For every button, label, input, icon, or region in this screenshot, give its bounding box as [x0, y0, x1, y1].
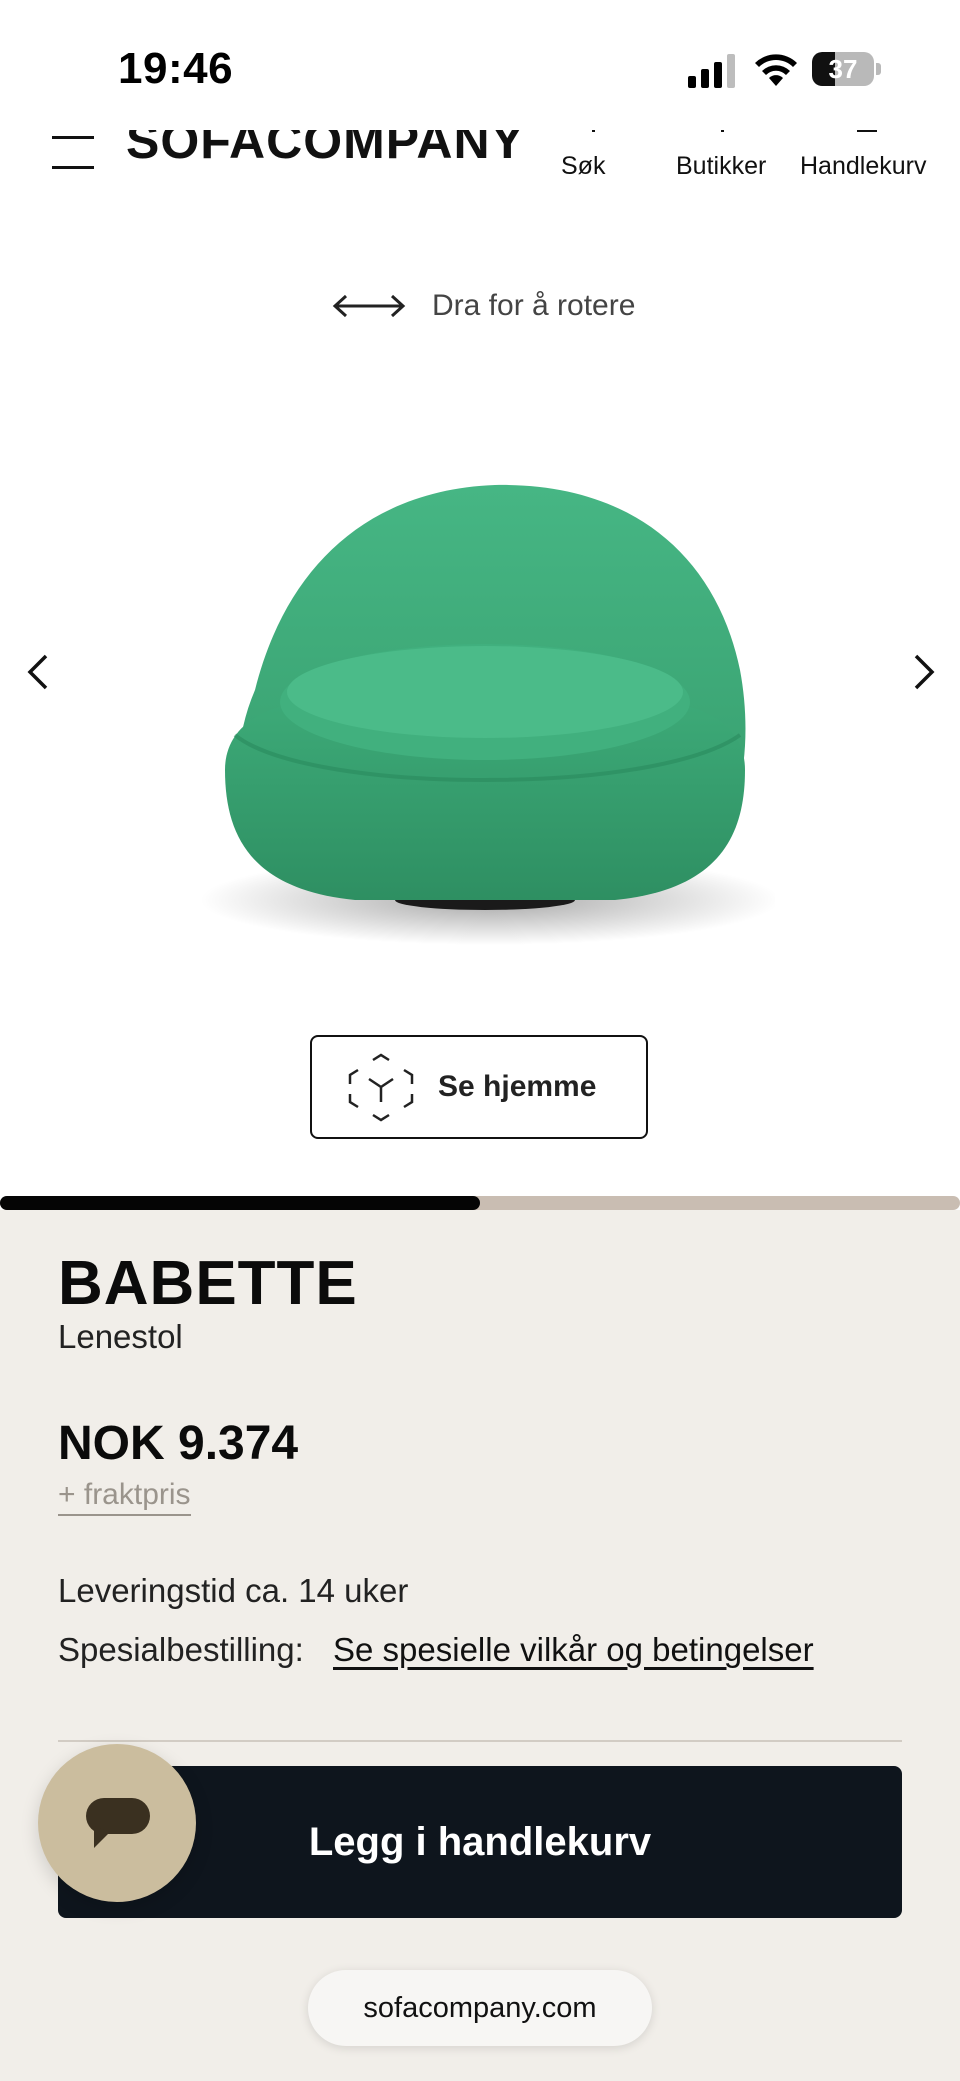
product-type: Lenestol	[58, 1318, 183, 1355]
chat-bubble-icon	[86, 1798, 150, 1848]
product-info-panel: BABETTE Lenestol NOK 9.374 + fraktpris L…	[0, 1210, 960, 2081]
rotate-hint-text: Dra for å rotere	[432, 289, 636, 322]
nav-stores[interactable]: Butikker	[676, 152, 766, 181]
product-price: NOK 9.374	[58, 1417, 299, 1470]
ar-cube-icon	[348, 1053, 414, 1122]
wifi-icon	[755, 54, 797, 86]
store-icon	[721, 130, 724, 132]
special-terms-link[interactable]: Se spesielle vilkår og betingelser	[333, 1631, 814, 1669]
rotate-hint: Dra for å rotere	[332, 286, 635, 326]
battery-icon: 37	[812, 52, 882, 86]
battery-level: 37	[828, 54, 858, 84]
site-logo[interactable]: SOFACOMPANY	[126, 130, 525, 170]
chevron-left-icon[interactable]	[18, 642, 58, 702]
divider	[58, 1740, 902, 1742]
view-in-home-label: Se hjemme	[438, 1070, 597, 1103]
status-time: 19:46	[118, 44, 234, 93]
view-in-home-button[interactable]: Se hjemme	[310, 1035, 648, 1139]
product-image-chair	[200, 484, 775, 945]
carousel-progress	[0, 1196, 960, 1210]
browser-url-bar[interactable]: sofacompany.com	[308, 1970, 652, 2046]
product-viewer[interactable]	[0, 330, 960, 1030]
browser-url: sofacompany.com	[363, 1991, 597, 2024]
chevron-right-icon[interactable]	[904, 642, 944, 702]
nav-search[interactable]: Søk	[561, 152, 605, 181]
chat-button[interactable]	[38, 1744, 196, 1902]
rotate-arrows-icon	[332, 294, 406, 318]
product-name: BABETTE	[58, 1249, 358, 1318]
nav-cart[interactable]: Handlekurv	[800, 152, 926, 181]
site-header: SOFACOMPANY Søk Butikker Handlekurv	[0, 130, 960, 194]
cellular-signal-icon	[688, 54, 735, 88]
cart-icon	[857, 130, 877, 132]
search-icon	[592, 130, 595, 132]
carousel-progress-fill	[0, 1196, 480, 1210]
add-to-cart-label: Legg i handlekurv	[308, 1819, 652, 1864]
menu-icon[interactable]	[52, 130, 94, 170]
status-bar: 19:46 37	[0, 0, 960, 130]
delivery-time: Leveringstid ca. 14 uker	[58, 1572, 409, 1609]
special-order-label: Spesialbestilling:	[58, 1631, 304, 1668]
freight-price-link[interactable]: + fraktpris	[58, 1478, 191, 1516]
